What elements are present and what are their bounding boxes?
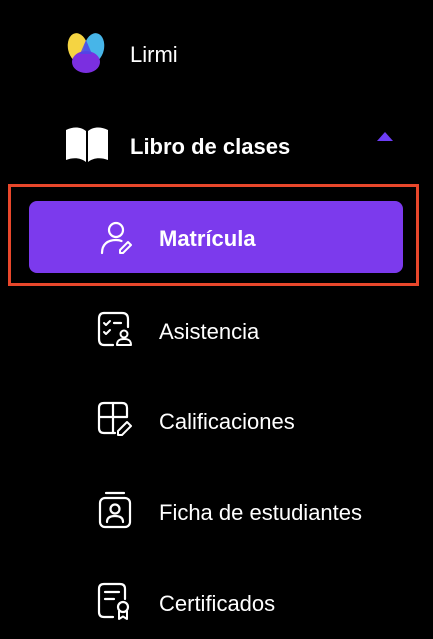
section-title: Libro de clases	[130, 134, 291, 159]
menu-item-label: Asistencia	[159, 319, 260, 344]
menu-item-label: Calificaciones	[159, 409, 295, 434]
grades-icon	[97, 401, 132, 436]
book-icon	[66, 127, 108, 162]
student-card-icon	[98, 491, 132, 529]
menu-item-asistencia[interactable]: Asistencia	[96, 308, 396, 352]
menu-item-matricula[interactable]: Matrícula	[29, 201, 403, 273]
attendance-icon	[97, 311, 132, 347]
brand-name: Lirmi	[130, 42, 178, 67]
menu-item-ficha-de-estudiantes[interactable]: Ficha de estudiantes	[96, 489, 406, 533]
menu-item-label: Matrícula	[159, 226, 256, 251]
menu-item-label: Ficha de estudiantes	[159, 500, 363, 525]
menu-item-label: Certificados	[159, 591, 276, 616]
section-header-libro-de-clases[interactable]: Libro de clases	[64, 122, 404, 166]
menu-item-certificados[interactable]: Certificados	[96, 580, 396, 624]
caret-up-icon[interactable]	[376, 130, 394, 142]
lirmi-logo-icon	[67, 33, 105, 73]
menu-item-calificaciones[interactable]: Calificaciones	[96, 398, 396, 442]
user-edit-icon	[100, 221, 132, 255]
certificate-icon	[97, 582, 130, 620]
